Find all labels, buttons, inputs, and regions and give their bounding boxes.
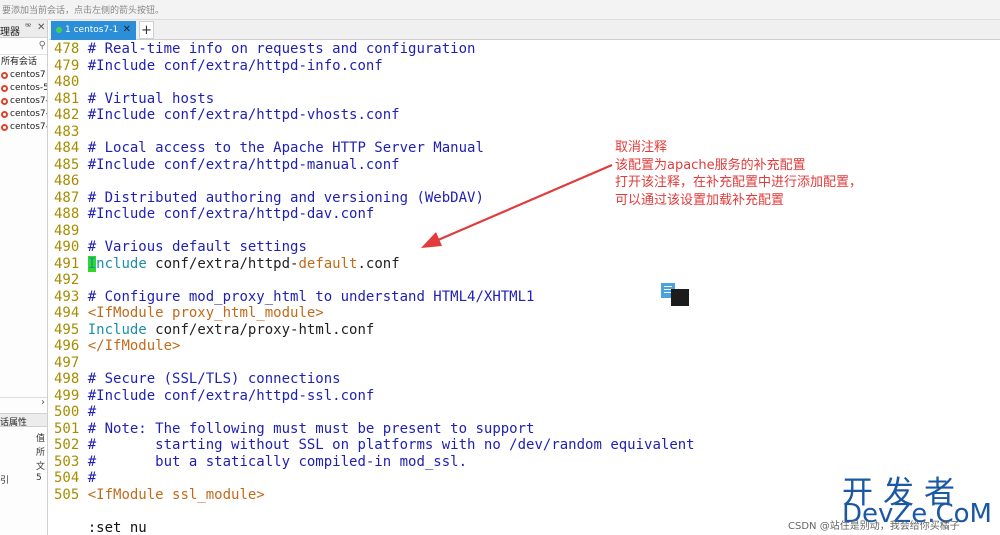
chat-bubble-icon[interactable] bbox=[661, 283, 691, 307]
annotation-line: 该配置为apache服务的补充配置 bbox=[615, 157, 806, 173]
annotation-line: 打开该注释，在补充配置中进行添加配置， bbox=[615, 175, 863, 190]
red-arrow-icon bbox=[421, 163, 613, 248]
annotation-note: 取消注释 该配置为apache服务的补充配置 打开该注释，在补充配置中进行添加配… bbox=[615, 139, 905, 209]
csdn-credit: CSDN @站住是别动，我会给你买橘子 bbox=[788, 521, 960, 532]
annotation-line: 可以通过该设置加载补充配置 bbox=[615, 192, 785, 208]
annotation-line: 取消注释 bbox=[615, 140, 668, 155]
